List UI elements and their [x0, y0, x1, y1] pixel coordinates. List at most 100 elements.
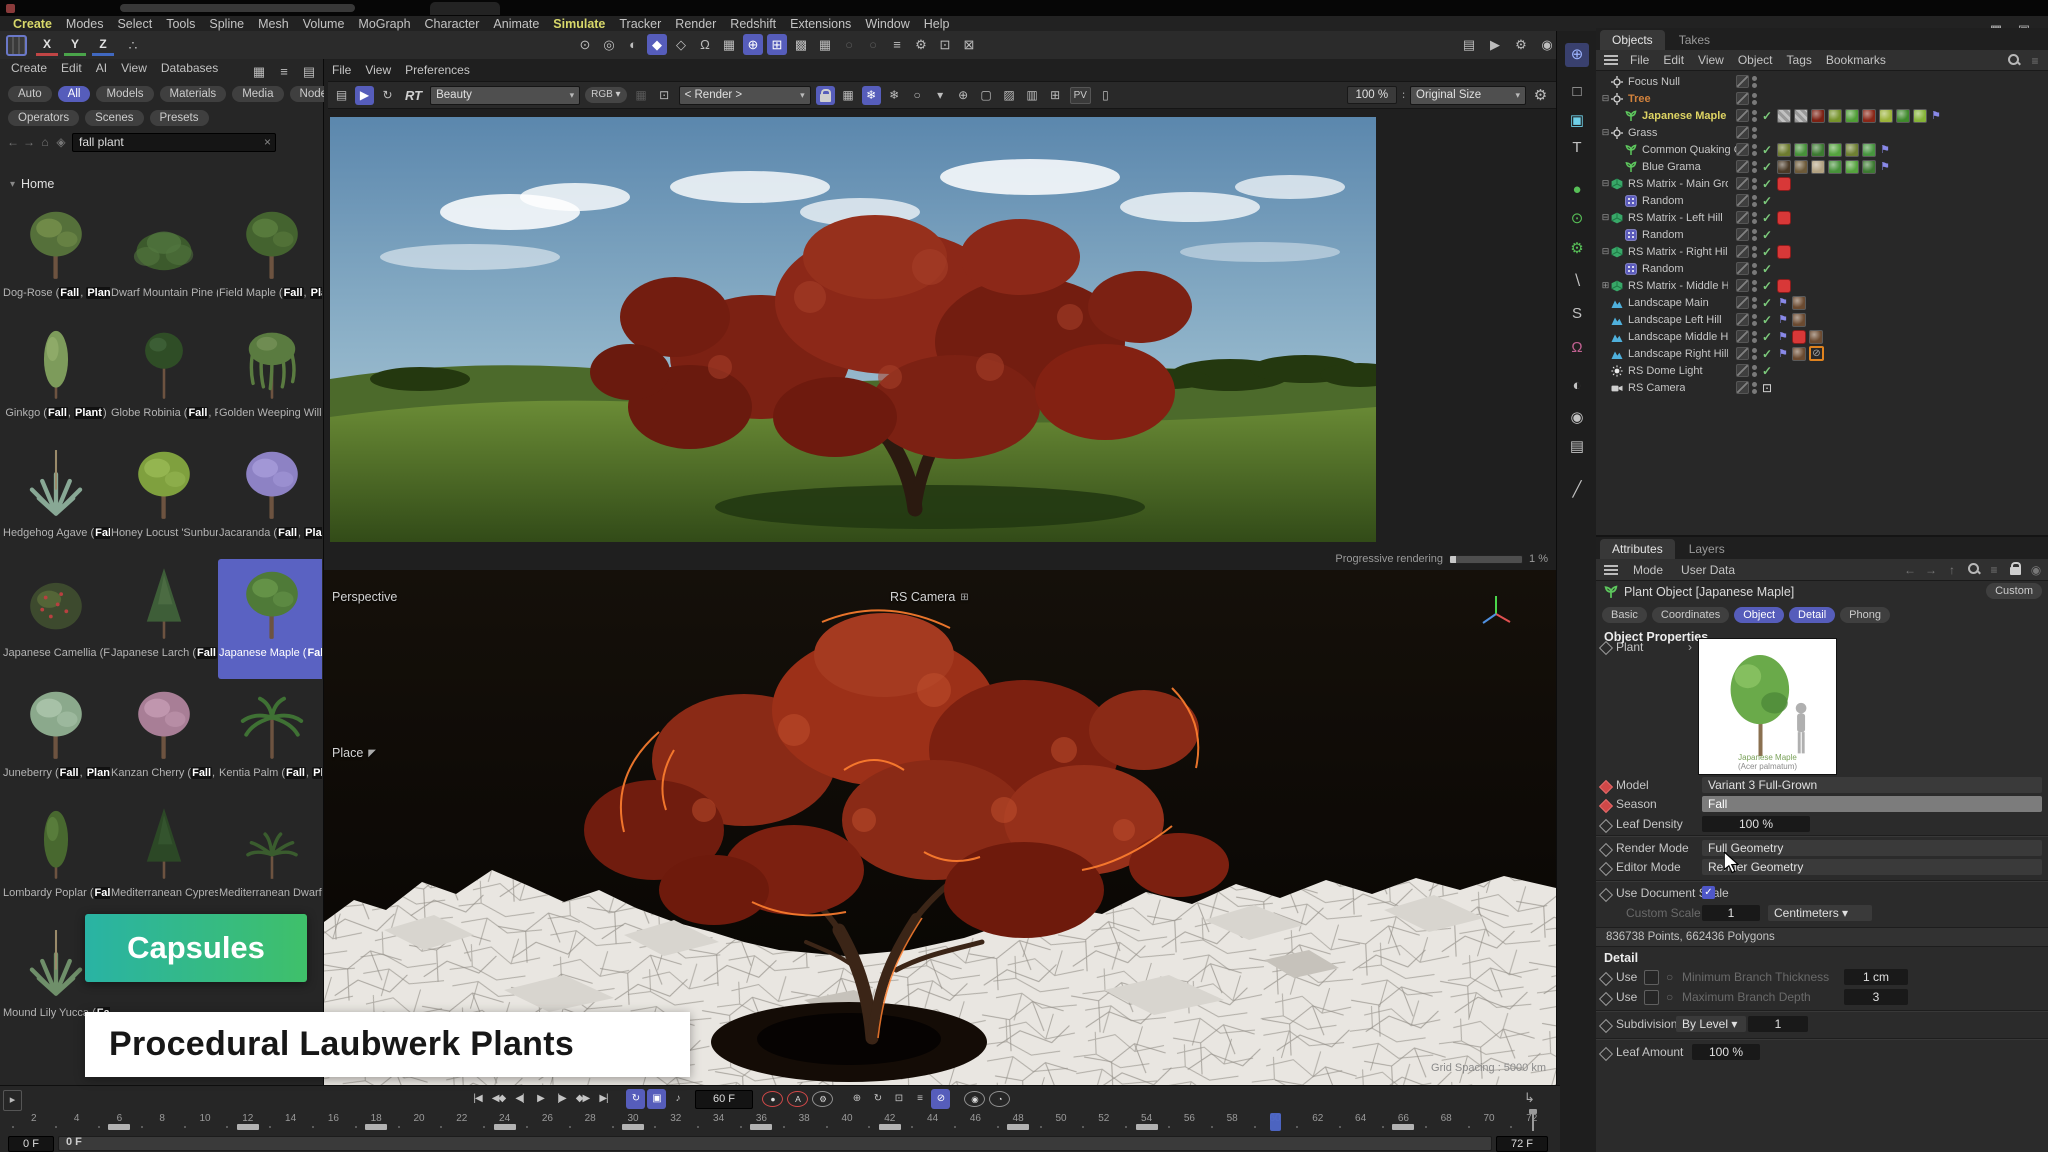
user-data-menu[interactable]: User Data — [1674, 563, 1742, 577]
viewport-view-menu[interactable]: Perspective — [332, 590, 397, 604]
material-swatch[interactable] — [1794, 160, 1808, 174]
redshift-tag[interactable] — [1777, 279, 1791, 293]
menu-help[interactable]: Help — [917, 17, 957, 31]
material-swatch[interactable] — [1862, 160, 1876, 174]
material-swatch[interactable] — [1879, 109, 1893, 123]
tab-objects[interactable]: Objects — [1600, 30, 1665, 50]
object-row-focus-null[interactable]: Focus Null — [1596, 73, 2048, 90]
sim-active-icon[interactable]: ◆ — [647, 34, 667, 55]
redshift-tag[interactable] — [1777, 211, 1791, 225]
rv-menu-preferences[interactable]: Preferences — [405, 63, 470, 77]
expand-toggle-icon[interactable]: ⊟ — [1600, 127, 1611, 138]
object-row-rs-matrix-right-hill[interactable]: ⊟ RS Matrix - Right Hill ✓ — [1596, 243, 2048, 260]
forward-icon[interactable]: → — [22, 135, 36, 149]
pixel-grid-icon[interactable]: ▦ — [632, 86, 651, 105]
object-row-random[interactable]: Random ✓ — [1596, 192, 2048, 209]
asset-item-ginkgo-fall-plant[interactable]: Ginkgo (Fall, Plant) — [2, 319, 110, 439]
object-row-common-quaking-grass[interactable]: Common Quaking Grass ✓ ⚑ — [1596, 141, 2048, 158]
layer-toggle-icon[interactable] — [1736, 313, 1749, 326]
object-row-grass[interactable]: ⊟ Grass — [1596, 124, 2048, 141]
enabled-check-icon[interactable]: ✓ — [1760, 228, 1774, 242]
asset-item-mediterranean-cypres[interactable]: Mediterranean Cypres... — [110, 799, 218, 919]
key-position-icon[interactable]: ⊕ — [847, 1089, 866, 1109]
ab-menu-view[interactable]: View — [116, 61, 152, 75]
filter-icon[interactable]: ≡ — [1987, 563, 2001, 577]
leaf-density-field[interactable]: 100 % — [1702, 816, 1810, 832]
expand-toggle-icon[interactable]: ⊟ — [1600, 212, 1611, 223]
viewport-settings-icon[interactable]: ⚙ — [911, 34, 931, 55]
tab-layers[interactable]: Layers — [1677, 539, 1737, 559]
asset-item-globe-robinia-fall-pl[interactable]: Globe Robinia (Fall, Pl... — [110, 319, 218, 439]
subdivision-mode-select[interactable]: By Level ▾ — [1676, 1016, 1746, 1032]
menu-tracker[interactable]: Tracker — [612, 17, 668, 31]
magnet-tool-icon[interactable]: Ω — [1565, 336, 1589, 360]
key-scale-icon[interactable]: ⊡ — [889, 1089, 908, 1109]
layer-toggle-icon[interactable] — [1736, 296, 1749, 309]
size-select[interactable]: Original Size▾ — [1410, 86, 1526, 105]
menu-tools[interactable]: Tools — [159, 17, 202, 31]
cloner-tool-icon[interactable]: ⊙ — [1565, 207, 1589, 231]
freeze-icon[interactable]: ❄ — [862, 86, 881, 105]
enabled-check-icon[interactable]: ✓ — [1760, 262, 1774, 276]
attr-tab-detail[interactable]: Detail — [1789, 607, 1835, 623]
visibility-dots-icon[interactable] — [1752, 178, 1757, 190]
param-diamond[interactable] — [1599, 972, 1613, 986]
visibility-dots-icon[interactable] — [1752, 348, 1757, 360]
history-icon[interactable]: ◉ — [2029, 563, 2043, 577]
render-view-icon[interactable]: ▤ — [1459, 34, 1479, 55]
record-icon[interactable]: ● — [762, 1091, 783, 1107]
layer-toggle-icon[interactable] — [1736, 194, 1749, 207]
visibility-dots-icon[interactable] — [1752, 280, 1757, 292]
fullscreen-icon[interactable]: ▢ — [977, 86, 996, 105]
material-swatch[interactable] — [1777, 143, 1791, 157]
flag-tag[interactable]: ⚑ — [1777, 348, 1789, 360]
layer-toggle-icon[interactable] — [1736, 75, 1749, 88]
rv-menu-view[interactable]: View — [365, 63, 391, 77]
asset-item-honey-locust-sunbur[interactable]: Honey Locust 'Sunbur... — [110, 439, 218, 559]
menu-select[interactable]: Select — [110, 17, 159, 31]
dynamics-tool-icon[interactable]: ⚙ — [1565, 237, 1589, 261]
keyframe-marker[interactable] — [879, 1124, 901, 1130]
use-document-scale-checkbox[interactable]: ✓ — [1702, 886, 1715, 899]
zoom-stepper-icon[interactable]: ∶ — [1402, 89, 1405, 102]
visibility-dots-icon[interactable] — [1752, 263, 1757, 275]
param-diamond[interactable] — [1599, 1047, 1613, 1061]
material-swatch[interactable] — [1845, 160, 1859, 174]
layout-icon[interactable] — [6, 35, 27, 56]
up-icon[interactable]: ↑ — [1945, 563, 1959, 577]
ab-menu-databases[interactable]: Databases — [156, 61, 223, 75]
material-swatch[interactable] — [1792, 347, 1806, 361]
viewport-camera-label[interactable]: RS Camera⊞ — [890, 590, 969, 604]
home-icon[interactable]: ⌂ — [38, 135, 52, 149]
expand-toggle-icon[interactable]: ⊟ — [1600, 93, 1611, 104]
visibility-dots-icon[interactable] — [1752, 127, 1757, 139]
visibility-dots-icon[interactable] — [1752, 161, 1757, 173]
object-row-rs-matrix-middle-hill[interactable]: ⊞ RS Matrix - Middle Hill ✓ — [1596, 277, 2048, 294]
filter-icon[interactable]: ≡ — [2028, 54, 2042, 68]
layer-toggle-icon[interactable] — [1736, 347, 1749, 360]
asset-item-japanese-maple-fall[interactable]: Japanese Maple (Fall, ... — [218, 559, 322, 679]
material-swatch[interactable] — [1792, 313, 1806, 327]
spline-tool-icon[interactable]: S — [1565, 302, 1589, 326]
asset-item-golden-weeping-willo[interactable]: Golden Weeping Willo... — [218, 319, 322, 439]
keyframe-marker[interactable] — [1392, 1124, 1414, 1130]
enabled-check-icon[interactable]: ✓ — [1760, 177, 1774, 191]
playhead[interactable] — [1270, 1113, 1281, 1131]
camera-tool-icon[interactable]: ◉ — [1565, 406, 1589, 430]
layer-toggle-icon[interactable] — [1736, 126, 1749, 139]
plant-preview-thumbnail[interactable]: Japanese Maple (Acer palmatum) — [1698, 638, 1837, 775]
object-row-rs-matrix-main-ground[interactable]: ⊟ RS Matrix - Main Ground ✓ — [1596, 175, 2048, 192]
use-max-branch-checkbox[interactable]: ✓ — [1644, 990, 1659, 1005]
motion-system-icon[interactable]: ◉ — [964, 1091, 985, 1107]
pencil-tool-icon[interactable]: ╱ — [1565, 478, 1589, 502]
menu-redshift[interactable]: Redshift — [723, 17, 783, 31]
om-menu-bookmarks[interactable]: Bookmarks — [1820, 53, 1892, 67]
zoom-field[interactable]: 100 % — [1347, 86, 1398, 104]
plane-tool-icon[interactable]: □ — [1565, 80, 1589, 104]
render-settings-icon[interactable]: ⚙ — [1511, 34, 1531, 55]
back-icon[interactable]: ← — [1903, 563, 1917, 577]
visibility-dots-icon[interactable] — [1752, 212, 1757, 224]
enabled-check-icon[interactable]: ✓ — [1760, 194, 1774, 208]
rv-menu-file[interactable]: File — [332, 63, 351, 77]
rt-toggle[interactable]: RT — [402, 88, 425, 103]
